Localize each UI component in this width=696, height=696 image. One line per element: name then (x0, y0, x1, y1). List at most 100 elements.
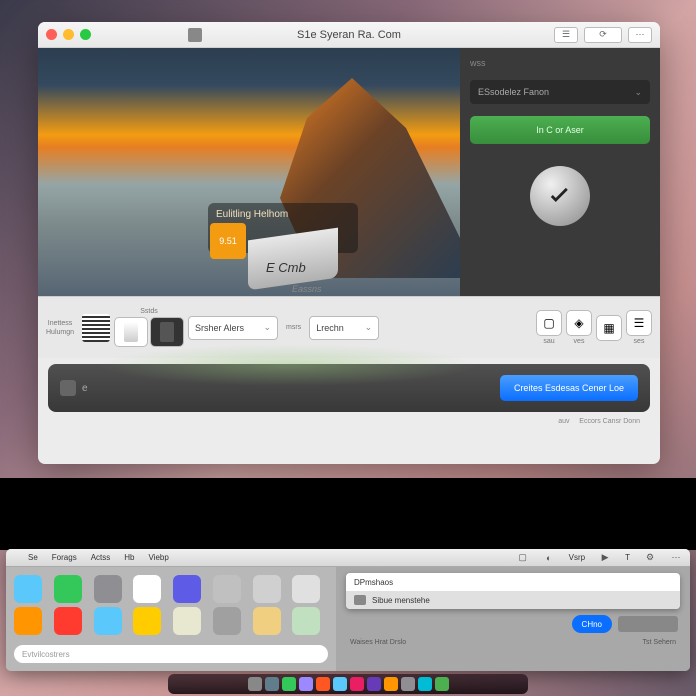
preset-dropdown-label: ESsodelez Fanon (478, 87, 549, 97)
barcode-icon (82, 314, 110, 342)
titlebar-button-3[interactable]: ⋯ (628, 27, 652, 43)
preview-small-text: Eassns (292, 284, 322, 294)
dock-icon-1[interactable] (265, 677, 279, 691)
create-button-label: Creites Esdesas Cener Loe (514, 383, 624, 393)
app-icon-11[interactable] (133, 607, 161, 635)
chevron-down-icon (263, 322, 271, 333)
tool-dark-button[interactable] (150, 317, 184, 347)
menu-icon-play[interactable]: ▶ (599, 552, 611, 564)
primary-action-label: In C or Aser (536, 125, 584, 135)
dock-icon-11[interactable] (435, 677, 449, 691)
menu-icon-dot[interactable]: ◐ (543, 552, 555, 564)
preview-pane[interactable]: Eulitling Helhom Enhoe 9.51 E Cmb Eassns (38, 48, 460, 296)
search-placeholder: Evtvilcostrers (22, 650, 70, 659)
format-dropdown-1-label: Srsher Alers (195, 323, 244, 333)
tool-s3: ses (634, 338, 645, 345)
menu-item-4[interactable]: Viebp (149, 553, 169, 562)
menu-item-1[interactable]: Forags (52, 553, 77, 562)
app-icon-7[interactable] (292, 575, 320, 603)
app-icon-14[interactable] (253, 607, 281, 635)
tool-label-3: Sstds (140, 308, 158, 315)
app-icon-3[interactable] (133, 575, 161, 603)
tool-icon-3[interactable]: ▦ (596, 315, 622, 341)
chevron-down-icon (365, 322, 373, 333)
app-icon-13[interactable] (213, 607, 241, 635)
content-area: Eulitling Helhom Enhoe 9.51 E Cmb Eassns… (38, 48, 660, 296)
secondary-window: Se Forags Actss Hb Viebp ▢ ◐ Vsrp ▶ T ⚙ … (6, 549, 690, 671)
menu-right-0[interactable]: Vsrp (569, 553, 585, 562)
dropdown-item-1[interactable]: DPmshaos (346, 573, 680, 591)
confirm-button[interactable]: CHno (572, 615, 612, 633)
volume-icon[interactable] (60, 380, 76, 396)
app-icon-9[interactable] (54, 607, 82, 635)
primary-action-button[interactable]: In C or Aser (470, 116, 650, 144)
dock-icon-3[interactable] (299, 677, 313, 691)
footer-right: Eccors Cansr Donn (579, 418, 640, 425)
dark-divider (0, 478, 696, 550)
confirm-button-label: CHno (582, 620, 602, 629)
titlebar-button-2[interactable]: ⟳ (584, 27, 622, 43)
tool-icon-1[interactable]: ▢ (536, 310, 562, 336)
preset-dropdown[interactable]: ESsodelez Fanon (470, 80, 650, 104)
close-icon[interactable] (46, 29, 57, 40)
app-icon-15[interactable] (292, 607, 320, 635)
tool-light-button[interactable] (114, 317, 148, 347)
menu-right-1[interactable]: T (625, 553, 630, 562)
dock-icon-7[interactable] (367, 677, 381, 691)
folder-icon (354, 595, 366, 605)
app-icon-0[interactable] (14, 575, 42, 603)
app-icon-5[interactable] (213, 575, 241, 603)
app-icon (188, 28, 202, 42)
app-icon-4[interactable] (173, 575, 201, 603)
menu-item-0[interactable]: Se (28, 553, 38, 562)
tool-icon-2[interactable]: ◈ (566, 310, 592, 336)
dock-icon-9[interactable] (401, 677, 415, 691)
dock-icon-4[interactable] (316, 677, 330, 691)
app-icon-8[interactable] (14, 607, 42, 635)
footer-left: auv (558, 418, 569, 425)
bb-left-text: e (82, 383, 88, 394)
app-icon-6[interactable] (253, 575, 281, 603)
app-icon-2[interactable] (94, 575, 122, 603)
dock-icon-8[interactable] (384, 677, 398, 691)
titlebar: S1e Syeran Ra. Com ☰ ⟳ ⋯ (38, 22, 660, 48)
dock-icon-10[interactable] (418, 677, 432, 691)
menu-icon-more[interactable]: ⋯ (670, 552, 682, 564)
status-badge-icon (530, 166, 590, 226)
menu-icon-tool[interactable]: ⚙ (644, 552, 656, 564)
side-small-label: wss (470, 58, 650, 68)
sec-footer-right: Tst Sehern (643, 639, 676, 646)
menubar: Se Forags Actss Hb Viebp ▢ ◐ Vsrp ▶ T ⚙ … (6, 549, 690, 567)
dock-icon-5[interactable] (333, 677, 347, 691)
menu-item-3[interactable]: Hb (124, 553, 134, 562)
titlebar-button-1[interactable]: ☰ (554, 27, 578, 43)
app-launcher-pane: Evtvilcostrers (6, 549, 336, 671)
menu-item-2[interactable]: Actss (91, 553, 111, 562)
search-input[interactable]: Evtvilcostrers (14, 645, 328, 663)
create-button[interactable]: Creites Esdesas Cener Loe (500, 375, 638, 401)
dock-icon-0[interactable] (248, 677, 262, 691)
format-dropdown-2[interactable]: Lrechn (309, 316, 379, 340)
dock (168, 674, 528, 694)
dock-icon-6[interactable] (350, 677, 364, 691)
minimize-icon[interactable] (63, 29, 74, 40)
dropdown-item-2[interactable]: Sibue menstehe (346, 591, 680, 609)
main-app-window: S1e Syeran Ra. Com ☰ ⟳ ⋯ Eulitling Helho… (38, 22, 660, 464)
secondary-right-pane: DPmshaos Sibue menstehe CHno Waises Hrat… (336, 549, 690, 671)
overlay-title: Eulitling Helhom (216, 209, 350, 220)
dropdown-item-1-label: DPmshaos (354, 578, 393, 587)
aux-button[interactable] (618, 616, 678, 632)
overlay-badge: 9.51 (210, 223, 246, 259)
app-icon-12[interactable] (173, 607, 201, 635)
tool-label-1: Inettess (48, 320, 73, 327)
tool-s1: sau (543, 338, 554, 345)
format-dropdown-1[interactable]: Srsher Alers (188, 316, 278, 340)
open-dropdown: DPmshaos Sibue menstehe (346, 573, 680, 609)
app-icon-1[interactable] (54, 575, 82, 603)
dock-icon-2[interactable] (282, 677, 296, 691)
zoom-icon[interactable] (80, 29, 91, 40)
bottom-bar: e Creites Esdesas Cener Loe (48, 364, 650, 412)
menu-icon-square[interactable]: ▢ (517, 552, 529, 564)
app-icon-10[interactable] (94, 607, 122, 635)
tool-icon-4[interactable]: ☰ (626, 310, 652, 336)
